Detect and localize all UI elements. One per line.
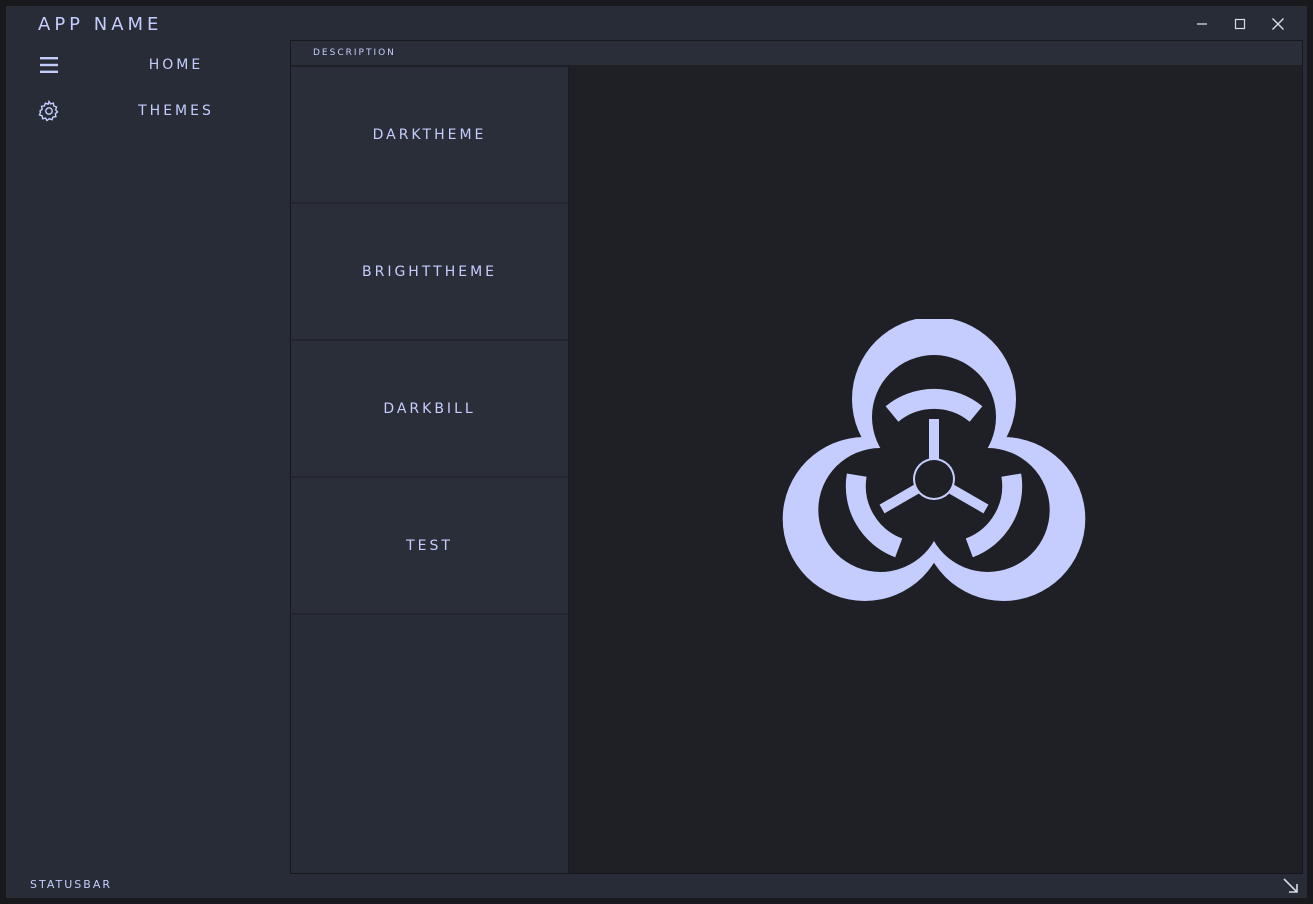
resize-grip-icon[interactable] [1281, 876, 1301, 896]
minimize-button[interactable] [1183, 12, 1221, 36]
title-bar[interactable]: APP NAME [6, 6, 1307, 42]
main-content: DESCRIPTION DARKTHEME BRIGHTTHEME DARKBI… [290, 40, 1303, 874]
theme-button-darktheme[interactable]: DARKTHEME [291, 67, 568, 204]
gear-icon [36, 98, 62, 124]
biohazard-icon [769, 317, 1099, 619]
sidebar-item-label: HOME [148, 57, 204, 73]
maximize-button[interactable] [1221, 12, 1259, 36]
hamburger-menu-icon [36, 52, 62, 78]
sidebar: HOME THEMES [6, 42, 290, 874]
theme-list: DARKTHEME BRIGHTTHEME DARKBILL TEST [291, 67, 569, 873]
sidebar-item-themes[interactable]: THEMES [6, 88, 290, 134]
sidebar-item-home[interactable]: HOME [6, 42, 290, 88]
close-icon [1272, 18, 1284, 30]
status-bar: STATUSBAR [6, 874, 1307, 898]
theme-button-test[interactable]: TEST [291, 478, 568, 615]
status-text: STATUSBAR [30, 878, 112, 891]
close-button[interactable] [1259, 12, 1297, 36]
minimize-icon [1197, 23, 1207, 25]
maximize-icon [1234, 18, 1246, 30]
app-title: APP NAME [38, 14, 163, 35]
description-header: DESCRIPTION [291, 41, 1302, 65]
sidebar-item-label: THEMES [138, 103, 214, 119]
app-window: APP NAME HOME THEMES DESCRIPTION DARKTHE… [0, 0, 1313, 904]
theme-button-darkbill[interactable]: DARKBILL [291, 341, 568, 478]
theme-button-brighttheme[interactable]: BRIGHTTHEME [291, 204, 568, 341]
window-controls [1183, 12, 1297, 36]
preview-panel [569, 67, 1302, 873]
